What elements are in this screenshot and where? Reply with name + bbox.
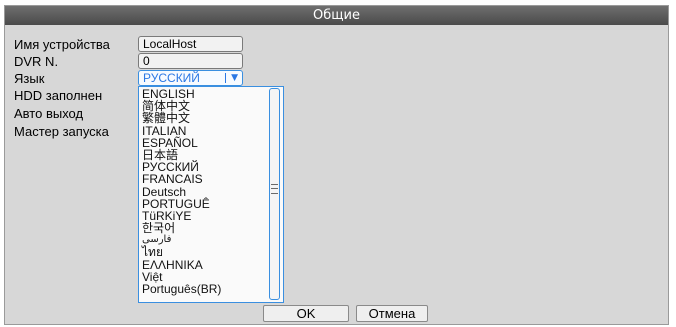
cancel-button[interactable]: Отмена: [356, 305, 428, 322]
language-option-traditional-chinese[interactable]: 繁體中文: [142, 112, 266, 124]
device-name-field[interactable]: LocalHost: [138, 36, 243, 52]
auto-logout-label: Авто выход: [14, 106, 84, 121]
language-option-german[interactable]: Deutsch: [142, 185, 266, 197]
select-divider: [225, 73, 226, 83]
language-option-thai[interactable]: ไทย: [142, 246, 266, 258]
ok-button[interactable]: OK: [263, 305, 349, 322]
general-settings-dialog: Общие Имя устройства LocalHost DVR N. 0 …: [4, 5, 669, 325]
language-option-italian[interactable]: ITALIAN: [142, 124, 266, 136]
hdd-full-label: HDD заполнен: [14, 88, 103, 103]
dialog-title: Общие: [5, 6, 668, 25]
dvr-no-field[interactable]: 0: [138, 53, 243, 69]
startup-wizard-label: Мастер запуска: [14, 124, 109, 139]
language-option-greek[interactable]: ΕΛΛΗΝΙΚΑ: [142, 258, 266, 270]
language-option-portuguese-br[interactable]: Português(BR): [142, 283, 266, 295]
dvr-no-label: DVR N.: [14, 54, 59, 69]
dropdown-scrollbar[interactable]: [269, 88, 280, 300]
chevron-down-icon[interactable]: ▼: [231, 71, 238, 85]
language-option-french[interactable]: FRANCAIS: [142, 173, 266, 185]
language-options: ENGLISH 简体中文 繁體中文 ITALIAN ESPAÑOL 日本語 РУ…: [142, 88, 266, 295]
device-name-label: Имя устройства: [14, 37, 110, 52]
language-selected-value: РУССКИЙ: [143, 71, 200, 85]
language-label: Язык: [14, 71, 45, 86]
language-select[interactable]: РУССКИЙ ▼: [138, 70, 243, 86]
language-option-korean[interactable]: 한국어: [142, 222, 266, 234]
language-dropdown-list[interactable]: ENGLISH 简体中文 繁體中文 ITALIAN ESPAÑOL 日本語 РУ…: [138, 86, 284, 303]
scrollbar-grip-icon[interactable]: [271, 184, 278, 194]
